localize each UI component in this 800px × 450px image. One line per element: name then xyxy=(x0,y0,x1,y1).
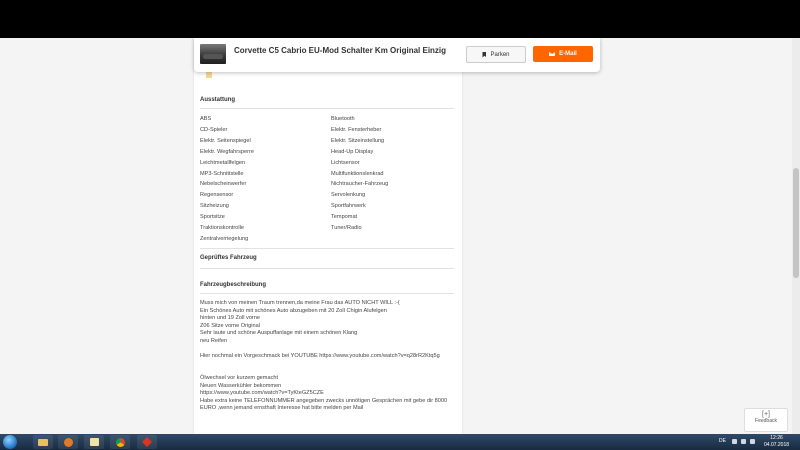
car-thumbnail[interactable] xyxy=(200,44,226,64)
feature-item: Regensensor xyxy=(200,192,234,199)
divider xyxy=(200,268,454,269)
feature-item: Nebelscheinwerfer xyxy=(200,181,247,188)
park-button-label: Parken xyxy=(490,51,510,58)
feature-item: ABS xyxy=(200,116,212,122)
taskbar-explorer[interactable] xyxy=(33,435,53,449)
browser-viewport: Corvette C5 Cabrio EU-Mod Schalter Km Or… xyxy=(0,38,800,434)
folder-icon xyxy=(38,438,48,446)
feature-item: Elektr. Wegfahrsperre xyxy=(200,148,254,155)
description-line: Ölwechsel vor kurzem gemacht xyxy=(200,375,279,381)
description-line: hinten und 19 Zoll vorne xyxy=(200,315,261,321)
tray-network-icon[interactable] xyxy=(741,439,746,444)
feature-item: Sitzheizung xyxy=(200,203,229,210)
section-title-geprueft: Geprüftes Fahrzeug xyxy=(200,255,257,261)
section-title-ausstattung: Ausstattung xyxy=(200,97,235,103)
clock-date: 04.07.2018 xyxy=(764,442,790,448)
feature-item: Tuner/Radio xyxy=(331,225,362,231)
description-line: neu Reifen xyxy=(200,337,228,344)
feature-item: Nichtraucher-Fahrzeug xyxy=(331,181,389,188)
clock-time: 12:26 xyxy=(770,435,783,441)
description-line: Z06 Sitze vorne Original xyxy=(200,322,261,329)
taskbar-app[interactable] xyxy=(137,435,157,449)
app-icon xyxy=(142,437,152,447)
feature-item: Head-Up Display xyxy=(331,148,374,155)
feature-item: Servolenkung xyxy=(331,192,366,199)
description-line: https://www.youtube.com/watch?v=TyKteGZ5… xyxy=(200,390,324,396)
divider xyxy=(200,248,454,249)
taskbar-media-player[interactable] xyxy=(58,435,78,449)
feature-item: Leichtmetallfelgen xyxy=(200,159,246,166)
feature-item: Zentralverriegelung xyxy=(200,235,249,242)
sticky-header: Corvette C5 Cabrio EU-Mod Schalter Km Or… xyxy=(194,38,600,72)
feedback-label: Feedback xyxy=(755,418,777,424)
description-line: Ein Schönes Auto mit schönes Auto abzuge… xyxy=(200,307,387,314)
start-button[interactable] xyxy=(3,435,17,449)
feedback-icon: [+] xyxy=(762,411,770,418)
scrollbar[interactable] xyxy=(792,38,800,434)
description-line: EURO ,wenn jemand ernsthaft Interesse ha… xyxy=(200,405,364,411)
feature-item: Elektr. Sitzeinstellung xyxy=(331,137,385,144)
scrollbar-thumb[interactable] xyxy=(793,168,799,278)
feature-item: Sportsitze xyxy=(200,214,225,221)
mail-icon xyxy=(549,52,556,56)
description-line: Neuen Wasserkühler bekommen xyxy=(200,382,282,389)
description-line: Hier nochmal ein Vorgeschmack bei YOUTUB… xyxy=(200,352,440,359)
feature-item: Elektr. Fensterheber xyxy=(331,126,382,133)
feature-item: Lichtsensor xyxy=(331,159,360,166)
feature-item: Multifunktionslenkrad xyxy=(331,170,384,177)
section-title-beschreibung: Fahrzeugbeschreibung xyxy=(200,282,267,288)
tray-volume-icon[interactable] xyxy=(750,439,755,444)
email-button[interactable]: E-Mail xyxy=(533,46,593,62)
chrome-icon xyxy=(115,437,125,447)
feature-item: MP3-Schnittstelle xyxy=(200,170,244,177)
description-line: Habe extra keine TELEFONNUMMER angegeben… xyxy=(200,397,448,404)
media-player-icon xyxy=(63,437,73,447)
feature-item: Bluetooth xyxy=(331,116,355,122)
park-button[interactable]: Parken xyxy=(466,46,526,63)
badge-sliver xyxy=(206,72,212,78)
taskbar-documents[interactable] xyxy=(84,435,104,449)
divider xyxy=(200,108,454,109)
email-button-label: E-Mail xyxy=(559,51,577,57)
taskbar-chrome[interactable] xyxy=(110,435,130,449)
feature-item: CD-Spieler xyxy=(200,126,228,133)
description-line: Sehr laute und schöne Auspuffanlage mit … xyxy=(200,330,358,336)
feedback-button[interactable]: [+] Feedback xyxy=(744,408,788,432)
feature-item: Elektr. Seitenspiegel xyxy=(200,137,251,144)
description-line: Muss mich von meinen Traum trennen,da me… xyxy=(200,300,400,306)
clock[interactable]: 12:26 04.07.2018 xyxy=(764,435,789,449)
feature-item: Tempomat xyxy=(331,214,358,221)
divider xyxy=(200,293,454,294)
feature-item: Sportfahrwerk xyxy=(331,203,366,210)
listing-title: Corvette C5 Cabrio EU-Mod Schalter Km Or… xyxy=(234,46,447,55)
bookmark-icon xyxy=(482,51,487,58)
language-indicator[interactable]: DE xyxy=(719,438,726,444)
windows-taskbar: DE 12:26 04.07.2018 xyxy=(0,434,800,450)
documents-icon xyxy=(89,438,99,446)
tray-flag-icon[interactable] xyxy=(732,439,737,444)
feature-item: Traktionskontrolle xyxy=(200,225,244,231)
